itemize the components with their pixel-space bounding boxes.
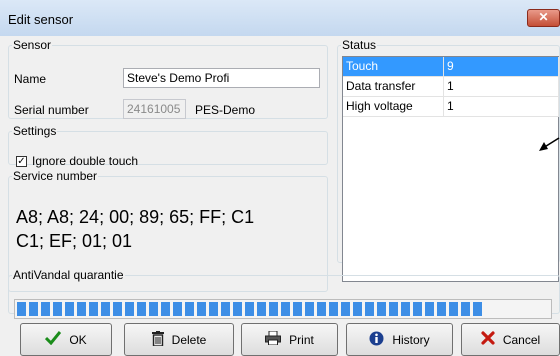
status-name-cell: Touch (343, 57, 444, 77)
progress-block (197, 302, 206, 316)
progress-block (341, 302, 350, 316)
x-icon (481, 331, 495, 348)
progress-block (29, 302, 38, 316)
ignore-double-touch-checkbox[interactable]: ✓ (16, 156, 27, 167)
info-icon (369, 331, 384, 349)
ok-button[interactable]: OK (20, 323, 112, 356)
status-value-cell: 1 (444, 97, 559, 117)
progress-block (257, 302, 266, 316)
progress-block (17, 302, 26, 316)
progress-block (137, 302, 146, 316)
history-label: History (392, 332, 430, 347)
ok-label: OK (69, 332, 87, 347)
print-label: Print (289, 332, 314, 347)
delete-button[interactable]: Delete (124, 323, 234, 356)
service-number-line-2: C1; EF; 01; 01 (16, 231, 133, 251)
progress-block (245, 302, 254, 316)
progress-block (473, 302, 482, 316)
progress-block (221, 302, 230, 316)
progress-block (233, 302, 242, 316)
antivandal-progress-bar (14, 299, 552, 319)
progress-block (425, 302, 434, 316)
progress-block (65, 302, 74, 316)
status-name-cell: High voltage (343, 97, 444, 117)
progress-block (209, 302, 218, 316)
close-button[interactable]: ✕ (527, 9, 560, 27)
progress-block (329, 302, 338, 316)
status-row[interactable]: Touch 9 (343, 57, 559, 77)
antivandal-legend: AntiVandal quarantie (13, 268, 124, 282)
progress-block (41, 302, 50, 316)
name-field[interactable]: Steve's Demo Profi (123, 68, 320, 88)
antivandal-group: AntiVandal quarantie (8, 268, 560, 319)
progress-block (89, 302, 98, 316)
status-value-cell: 9 (444, 57, 559, 77)
service-number-legend: Service number (13, 169, 98, 183)
sensor-group-legend: Sensor (13, 38, 52, 52)
progress-block (353, 302, 362, 316)
progress-block (125, 302, 134, 316)
progress-block (461, 302, 470, 316)
annotation-arrow-icon (539, 137, 560, 151)
edit-sensor-window: Edit sensor ✕ Sensor Name Steve's Demo P… (0, 0, 560, 356)
progress-block (437, 302, 446, 316)
status-row[interactable]: High voltage 1 (343, 97, 559, 117)
serial-number-field: 24161005 (123, 99, 186, 119)
progress-block (377, 302, 386, 316)
progress-block (305, 302, 314, 316)
status-list[interactable]: Touch 9 Data transfer 1 High voltage 1 (342, 56, 559, 282)
progress-block (53, 302, 62, 316)
progress-block (401, 302, 410, 316)
settings-group-legend: Settings (13, 124, 57, 138)
service-number-text: A8; A8; 24; 00; 89; 65; FF; C1 C1; EF; 0… (16, 205, 316, 253)
progress-block (293, 302, 302, 316)
progress-block (113, 302, 122, 316)
progress-block (101, 302, 110, 316)
progress-block (161, 302, 170, 316)
cancel-label: Cancel (502, 332, 541, 347)
progress-block (77, 302, 86, 316)
print-button[interactable]: Print (241, 323, 338, 356)
settings-group: Settings ✓ Ignore double touch (8, 124, 328, 168)
progress-block (449, 302, 458, 316)
progress-block (173, 302, 182, 316)
progress-block (149, 302, 158, 316)
title-bar[interactable]: Edit sensor ✕ (0, 0, 560, 36)
sensor-group: Sensor Name Steve's Demo Profi Serial nu… (8, 38, 328, 119)
printer-icon (265, 330, 282, 348)
progress-block (185, 302, 194, 316)
status-name-cell: Data transfer (343, 77, 444, 97)
progress-block (365, 302, 374, 316)
progress-block (317, 302, 326, 316)
progress-block (389, 302, 398, 316)
checkmark-icon (45, 331, 62, 348)
status-value-cell: 1 (444, 77, 559, 97)
window-title: Edit sensor (8, 12, 74, 27)
close-icon: ✕ (538, 10, 549, 24)
delete-label: Delete (171, 332, 207, 347)
ignore-double-touch-label[interactable]: Ignore double touch (32, 154, 138, 168)
progress-block (281, 302, 290, 316)
status-row[interactable]: Data transfer 1 (343, 77, 559, 97)
progress-block (269, 302, 278, 316)
dialog-body: Sensor Name Steve's Demo Profi Serial nu… (6, 36, 560, 356)
status-group-legend: Status (342, 38, 377, 52)
trash-icon (151, 330, 164, 349)
service-number-line-1: A8; A8; 24; 00; 89; 65; FF; C1 (16, 207, 255, 227)
name-label: Name (14, 72, 47, 86)
serial-number-label: Serial number (14, 103, 89, 117)
progress-block (413, 302, 422, 316)
cancel-button[interactable]: Cancel (461, 323, 560, 356)
model-label: PES-Demo (195, 103, 256, 117)
history-button[interactable]: History (346, 323, 453, 356)
